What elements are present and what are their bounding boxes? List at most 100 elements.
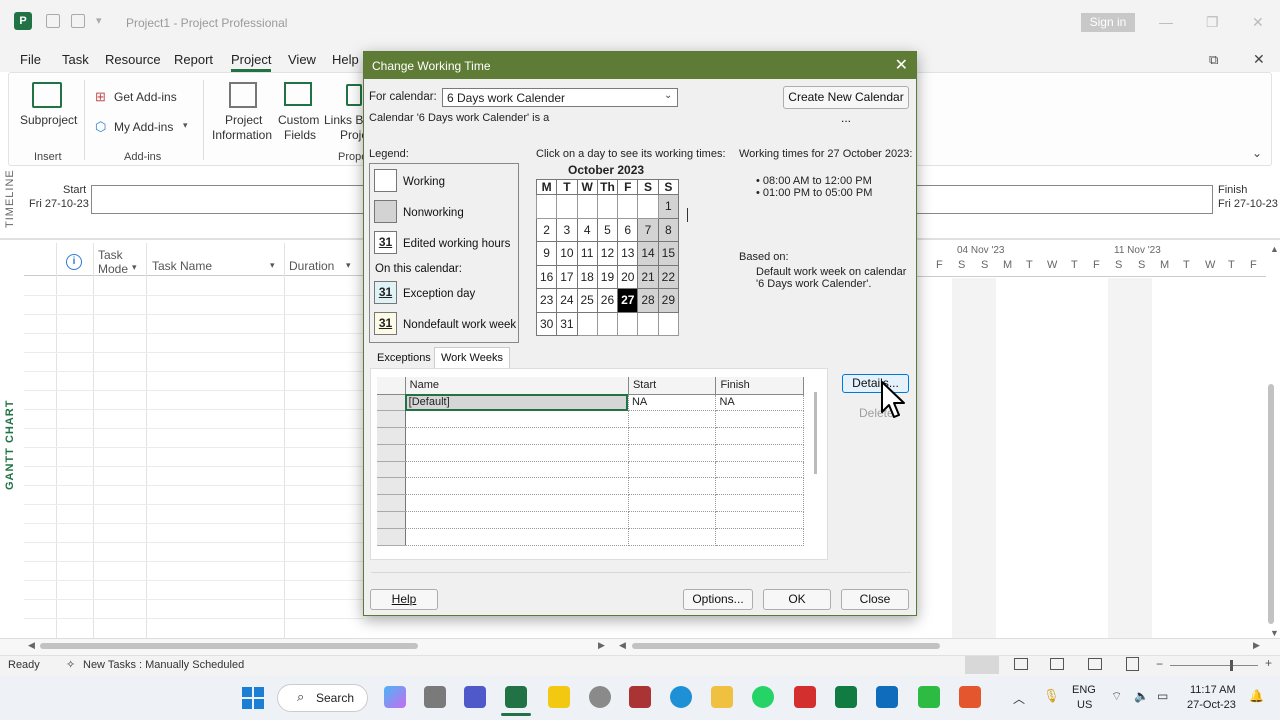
calendar-day[interactable]: 21 bbox=[637, 264, 659, 289]
col-start[interactable]: Start bbox=[628, 377, 717, 395]
snipping-tool-icon[interactable] bbox=[629, 686, 651, 708]
calendar-day[interactable]: 18 bbox=[576, 264, 598, 289]
team-planner-icon[interactable] bbox=[1050, 658, 1064, 670]
dialog-close-icon[interactable]: ✕ bbox=[895, 55, 908, 75]
zoom-slider-thumb[interactable] bbox=[1230, 660, 1233, 671]
menu-task[interactable]: Task bbox=[62, 52, 89, 67]
row-header[interactable] bbox=[377, 477, 406, 496]
maximize-icon[interactable]: ❐ bbox=[1206, 14, 1219, 31]
calendar-day[interactable]: 10 bbox=[556, 241, 578, 266]
collapse-ribbon-icon[interactable]: ⌄ bbox=[1252, 146, 1262, 160]
copilot-icon[interactable] bbox=[384, 686, 406, 708]
row-header[interactable] bbox=[377, 494, 406, 513]
windows-start-icon[interactable] bbox=[242, 687, 264, 709]
edge-icon[interactable] bbox=[670, 686, 692, 708]
table-cell[interactable] bbox=[715, 494, 804, 513]
ok-button[interactable]: OK bbox=[763, 589, 831, 610]
whatsapp-icon[interactable] bbox=[752, 686, 774, 708]
show-hidden-icons[interactable]: ︿ bbox=[1013, 690, 1025, 707]
row-header[interactable] bbox=[377, 511, 406, 529]
zoom-slider[interactable] bbox=[1170, 665, 1258, 666]
col-name[interactable]: Name bbox=[405, 377, 629, 395]
subproject-button[interactable]: Subproject bbox=[20, 113, 77, 127]
calendar-day[interactable]: 8 bbox=[657, 217, 680, 242]
options-button[interactable]: Options... bbox=[683, 589, 753, 610]
calendar-day[interactable]: 19 bbox=[596, 264, 619, 289]
custom-fields-label-1[interactable]: Custom bbox=[278, 113, 319, 127]
table-cell[interactable] bbox=[715, 477, 804, 496]
table-cell[interactable] bbox=[405, 477, 629, 496]
table-cell[interactable] bbox=[715, 444, 804, 462]
calendar-day[interactable]: 20 bbox=[617, 264, 639, 289]
close-button[interactable]: Close bbox=[841, 589, 909, 610]
work-week-name-cell[interactable]: [Default] bbox=[405, 394, 629, 412]
for-calendar-select[interactable]: 6 Days work Calender bbox=[442, 88, 678, 107]
calendar-day[interactable]: 14 bbox=[637, 241, 659, 266]
file-explorer-icon[interactable] bbox=[711, 686, 733, 708]
menu-help[interactable]: Help bbox=[332, 52, 359, 67]
filter-dropdown-icon[interactable]: ▾ bbox=[346, 260, 351, 271]
calendar-day[interactable]: 11 bbox=[576, 241, 598, 266]
row-header[interactable] bbox=[377, 427, 406, 445]
wifi-icon[interactable]: ⌔ bbox=[1111, 689, 1122, 704]
row-header[interactable] bbox=[377, 444, 406, 462]
new-tasks-mode[interactable]: New Tasks : Manually Scheduled bbox=[83, 659, 244, 671]
calendar-day[interactable]: 24 bbox=[556, 288, 578, 313]
calendar-day[interactable]: 17 bbox=[556, 264, 578, 289]
filter-dropdown-icon[interactable]: ▾ bbox=[132, 262, 137, 273]
work-week-start-cell[interactable]: NA bbox=[628, 394, 717, 412]
zoom-in-icon[interactable]: + bbox=[1265, 656, 1272, 670]
get-addins-button[interactable]: Get Add-ins bbox=[114, 90, 177, 104]
camtasia-icon[interactable] bbox=[918, 686, 940, 708]
row-header[interactable] bbox=[377, 528, 406, 546]
table-cell[interactable] bbox=[628, 461, 717, 479]
microphone-icon[interactable]: 🎙 bbox=[1043, 688, 1060, 704]
my-addins-button[interactable]: My Add-ins bbox=[114, 120, 173, 134]
report-icon[interactable] bbox=[1126, 657, 1139, 671]
table-cell[interactable] bbox=[715, 511, 804, 529]
recorder-icon[interactable] bbox=[959, 686, 981, 708]
tab-exceptions[interactable]: Exceptions bbox=[371, 348, 437, 368]
table-cell[interactable] bbox=[715, 461, 804, 479]
gantt-view-icon[interactable] bbox=[965, 656, 999, 674]
scroll-down-icon[interactable]: ▼ bbox=[1270, 628, 1279, 638]
scroll-left-icon[interactable]: ◀ bbox=[28, 640, 35, 651]
calendar-day[interactable]: 12 bbox=[596, 241, 619, 266]
close-project-icon[interactable]: ✕ bbox=[1253, 51, 1265, 68]
menu-view[interactable]: View bbox=[288, 52, 316, 67]
clock-date[interactable]: 27-Oct-23 bbox=[1187, 699, 1236, 711]
undo-icon[interactable] bbox=[71, 14, 85, 28]
calendar-day[interactable]: 26 bbox=[596, 288, 619, 313]
calendar-day[interactable]: 5 bbox=[596, 217, 619, 242]
scroll-up-icon[interactable]: ▲ bbox=[1270, 244, 1279, 254]
table-cell[interactable] bbox=[628, 528, 717, 546]
horizontal-scrollbar[interactable] bbox=[40, 643, 418, 649]
calendar-day[interactable]: 16 bbox=[535, 264, 558, 289]
col-finish[interactable]: Finish bbox=[715, 377, 804, 395]
create-new-calendar-button[interactable]: Create New Calendar ... bbox=[783, 86, 909, 125]
close-window-icon[interactable]: ✕ bbox=[1252, 14, 1264, 31]
calendar-day[interactable]: 15 bbox=[657, 241, 680, 266]
save-icon[interactable] bbox=[46, 14, 60, 28]
scroll-right-icon[interactable]: ▶ bbox=[1253, 640, 1260, 651]
table-cell[interactable] bbox=[628, 511, 717, 529]
horizontal-scrollbar[interactable] bbox=[632, 643, 940, 649]
calendar-day[interactable]: 31 bbox=[556, 311, 578, 336]
table-cell[interactable] bbox=[628, 427, 717, 445]
table-cell[interactable] bbox=[405, 528, 629, 546]
power-bi-icon[interactable] bbox=[548, 686, 570, 708]
custom-fields-label-2[interactable]: Fields bbox=[284, 128, 316, 142]
row-header[interactable] bbox=[377, 394, 406, 412]
table-cell[interactable] bbox=[405, 410, 629, 429]
calendar-day[interactable]: 23 bbox=[535, 288, 558, 313]
scroll-right-icon[interactable]: ▶ bbox=[598, 640, 605, 651]
calendar-day[interactable]: 25 bbox=[576, 288, 598, 313]
col-task-mode-2[interactable]: Mode bbox=[98, 262, 128, 276]
calendar-day[interactable]: 2 bbox=[535, 217, 558, 242]
primavera-p6-icon[interactable] bbox=[794, 686, 816, 708]
sign-in-button[interactable]: Sign in bbox=[1081, 13, 1135, 32]
table-cell[interactable] bbox=[405, 444, 629, 462]
table-cell[interactable] bbox=[715, 410, 804, 429]
calendar-day[interactable]: 3 bbox=[556, 217, 578, 242]
table-vertical-scrollbar[interactable] bbox=[814, 392, 817, 474]
